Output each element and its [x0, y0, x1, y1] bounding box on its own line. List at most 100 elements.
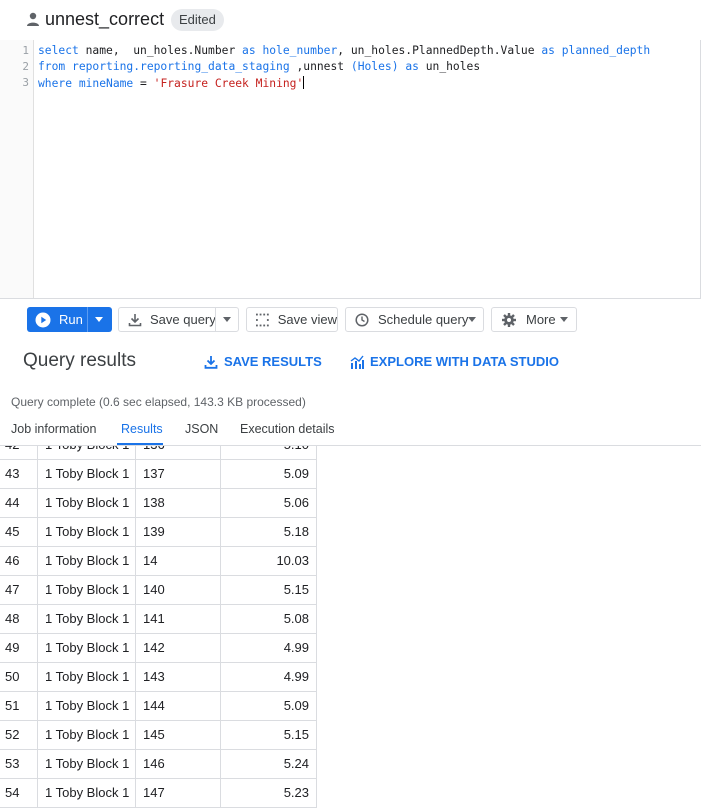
table-row: 51 1 Toby Block 1 144 5.09 — [0, 691, 317, 721]
hole-number-cell: 141 — [136, 604, 221, 633]
table-row: 48 1 Toby Block 1 141 5.08 — [0, 604, 317, 634]
edited-badge: Edited — [171, 9, 224, 31]
save-view-label: Save view — [277, 312, 337, 327]
schedule-dropdown-icon — [468, 317, 476, 322]
save-view-button[interactable]: Save view — [246, 307, 338, 332]
row-number-cell: 49 — [0, 633, 38, 662]
hole-number-cell: 136 — [136, 446, 221, 459]
run-button[interactable]: Run — [27, 307, 112, 332]
code-token: mineName — [72, 77, 134, 90]
code-token: reporting.reporting_data_staging — [65, 60, 290, 73]
sql-editor[interactable]: 1 2 3 select name, un_holes.Number as ho… — [0, 40, 701, 299]
code-token: name, un_holes.Number — [78, 44, 243, 57]
query-status: Query complete (0.6 sec elapsed, 143.3 K… — [11, 395, 306, 409]
name-cell: 1 Toby Block 1 — [38, 459, 136, 488]
tab-json[interactable]: JSON — [185, 422, 218, 436]
name-cell: 1 Toby Block 1 — [38, 575, 136, 604]
save-icon — [128, 313, 142, 326]
table-row: 50 1 Toby Block 1 143 4.99 — [0, 662, 317, 692]
more-label: More — [526, 312, 556, 327]
table-row: 421 Toby Block 11365.10 — [0, 446, 317, 460]
table-row: 43 1 Toby Block 1 137 5.09 — [0, 459, 317, 489]
line-number: 2 — [22, 60, 29, 73]
save-query-label: Save query — [150, 312, 216, 327]
name-cell: 1 Toby Block 1 — [38, 778, 136, 807]
code-line-2[interactable]: from reporting.reporting_data_staging ,u… — [38, 60, 480, 73]
code-token: from — [38, 60, 66, 73]
table-row: 54 1 Toby Block 1 147 5.23 — [0, 778, 317, 808]
view-grid-icon — [256, 313, 269, 326]
line-number: 3 — [22, 76, 29, 89]
download-icon — [204, 355, 218, 369]
code-token: select — [38, 44, 79, 57]
planned-depth-cell: 5.23 — [221, 778, 317, 807]
planned-depth-cell: 5.08 — [221, 604, 317, 633]
row-number-cell: 51 — [0, 691, 38, 720]
hole-number-cell: 146 — [136, 749, 221, 778]
code-line-3[interactable]: where mineName = 'Frasure Creek Mining' — [38, 76, 305, 90]
results-tabs: Job information Results JSON Execution d… — [0, 418, 701, 446]
tab-job-information[interactable]: Job information — [11, 422, 96, 436]
table-row: 53 1 Toby Block 1 146 5.24 — [0, 749, 317, 779]
results-title: Query results — [23, 350, 136, 371]
planned-depth-cell: 5.15 — [221, 720, 317, 749]
code-token: planned_depth — [554, 44, 651, 57]
tab-results[interactable]: Results — [121, 422, 163, 436]
row-number-cell: 50 — [0, 662, 38, 691]
run-dropdown-icon[interactable] — [95, 317, 103, 322]
hole-number-cell: 139 — [136, 517, 221, 546]
code-token: , un_holes.PlannedDepth.Value — [337, 44, 542, 57]
hole-number-cell: 147 — [136, 778, 221, 807]
save-results-button[interactable]: SAVE RESULTS — [204, 354, 322, 369]
schedule-query-button[interactable]: Schedule query — [345, 307, 484, 332]
more-button[interactable]: More — [491, 307, 577, 332]
run-label: Run — [59, 312, 83, 327]
row-number-cell: 42 — [0, 446, 38, 459]
hole-number-cell: 138 — [136, 488, 221, 517]
table-row: 44 1 Toby Block 1 138 5.06 — [0, 488, 317, 518]
name-cell: 1 Toby Block 1 — [38, 546, 136, 575]
planned-depth-cell: 5.15 — [221, 575, 317, 604]
play-icon — [35, 312, 51, 327]
code-line-1[interactable]: select name, un_holes.Number as hole_num… — [38, 44, 650, 57]
hole-number-cell: 140 — [136, 575, 221, 604]
active-tab-indicator — [117, 443, 163, 445]
row-number-cell: 46 — [0, 546, 38, 575]
title-bar: unnest_correct Edited — [0, 0, 701, 40]
planned-depth-cell: 5.18 — [221, 517, 317, 546]
code-token: hole_number — [255, 44, 338, 57]
name-cell: 1 Toby Block 1 — [38, 749, 136, 778]
table-row: 45 1 Toby Block 1 139 5.18 — [0, 517, 317, 547]
planned-depth-cell: 5.09 — [221, 691, 317, 720]
explore-data-studio-button[interactable]: EXPLORE WITH DATA STUDIO — [350, 354, 559, 369]
save-query-button[interactable]: Save query — [118, 307, 239, 332]
hole-number-cell: 144 — [136, 691, 221, 720]
text-cursor — [303, 76, 305, 89]
name-cell: 1 Toby Block 1 — [38, 517, 136, 546]
code-token: as — [541, 44, 555, 57]
code-token: = — [133, 77, 154, 90]
query-toolbar: Run Save query Save view Schedule query — [0, 300, 701, 340]
tab-execution-details[interactable]: Execution details — [240, 422, 335, 436]
row-number-cell: 47 — [0, 575, 38, 604]
line-number: 1 — [22, 44, 29, 57]
table-row: 46 1 Toby Block 1 14 10.03 — [0, 546, 317, 576]
planned-depth-cell: 5.06 — [221, 488, 317, 517]
query-name: unnest_correct — [45, 9, 165, 29]
planned-depth-cell: 5.09 — [221, 459, 317, 488]
hole-number-cell: 137 — [136, 459, 221, 488]
name-cell: 1 Toby Block 1 — [38, 662, 136, 691]
planned-depth-cell: 5.24 — [221, 749, 317, 778]
code-token: (Holes) — [350, 60, 399, 73]
save-query-dropdown-icon[interactable] — [223, 317, 231, 322]
row-number-cell: 48 — [0, 604, 38, 633]
person-icon — [27, 12, 39, 26]
planned-depth-cell: 10.03 — [221, 546, 317, 575]
results-table[interactable]: 421 Toby Block 11365.10431 Toby Block 11… — [0, 446, 701, 812]
save-results-label: SAVE RESULTS — [224, 354, 322, 369]
save-query-divider — [215, 308, 216, 331]
name-cell: 1 Toby Block 1 — [38, 488, 136, 517]
hole-number-cell: 145 — [136, 720, 221, 749]
chart-icon — [350, 355, 364, 369]
name-cell: 1 Toby Block 1 — [38, 604, 136, 633]
